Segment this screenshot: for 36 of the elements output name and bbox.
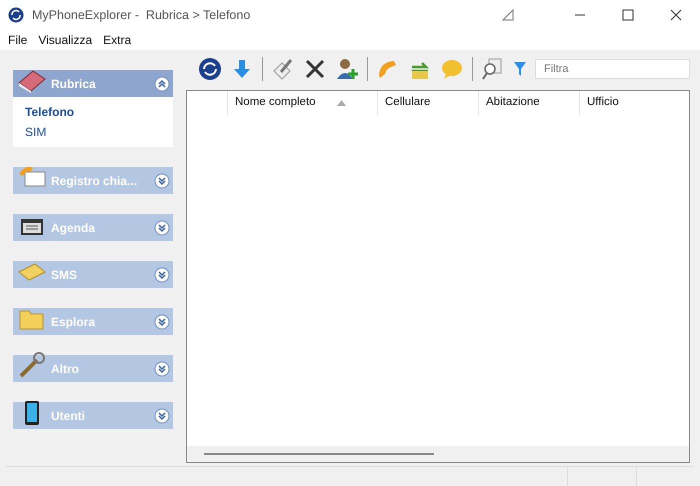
- add-contact-icon[interactable]: [335, 57, 359, 81]
- resize-grip-icon: [502, 9, 514, 21]
- section-label: SMS: [51, 266, 78, 284]
- refresh-icon[interactable]: [198, 57, 222, 81]
- expand-icon[interactable]: [154, 172, 170, 188]
- menu-item[interactable]: Visualizza: [38, 31, 92, 49]
- column-header[interactable]: Nome completo: [227, 91, 377, 115]
- expand-icon[interactable]: [154, 360, 170, 376]
- close-icon[interactable]: [670, 9, 682, 21]
- delete-icon[interactable]: [303, 57, 327, 81]
- horizontal-scrollbar[interactable]: [204, 453, 434, 455]
- column-header[interactable]: Cellulare: [377, 91, 478, 115]
- window-title: MyPhoneExplorer - Rubrica > Telefono: [32, 6, 250, 24]
- sidebar-item[interactable]: SIM: [25, 123, 173, 141]
- section-label: Utenti: [51, 408, 86, 424]
- column-header[interactable]: Ufficio: [579, 91, 689, 115]
- expand-icon[interactable]: [154, 408, 170, 424]
- section-label: Altro: [51, 360, 80, 378]
- expand-icon[interactable]: [154, 220, 170, 236]
- section-label: Esplora: [51, 314, 96, 330]
- expand-icon[interactable]: [154, 266, 170, 282]
- section-label: Rubrica: [51, 76, 97, 92]
- wrench-icon: [17, 352, 47, 378]
- column-header[interactable]: Abitazione: [478, 91, 579, 115]
- maximize-icon[interactable]: [622, 9, 634, 21]
- section-label: Registro chia...: [51, 172, 138, 190]
- filter-icon[interactable]: [513, 61, 527, 77]
- section-label: Agenda: [51, 220, 96, 236]
- menu-item[interactable]: File: [8, 31, 28, 49]
- collapse-icon[interactable]: [154, 76, 170, 92]
- sidebar-item[interactable]: Telefono: [25, 103, 173, 121]
- app-logo-icon: [8, 7, 24, 23]
- expand-icon[interactable]: [154, 314, 170, 330]
- menu-item[interactable]: Extra: [103, 31, 132, 49]
- edit-icon[interactable]: [271, 57, 295, 81]
- filter-field[interactable]: Filtra: [535, 59, 690, 79]
